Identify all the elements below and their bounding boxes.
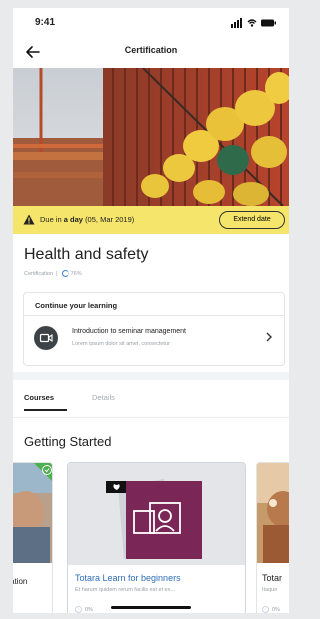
tab-courses[interactable]: Courses xyxy=(24,393,54,402)
course-thumbnail xyxy=(13,463,52,563)
signal-wifi-battery-icon xyxy=(231,18,276,28)
extend-date-button[interactable]: Extend date xyxy=(219,211,285,229)
course-thumbnail xyxy=(257,463,289,563)
page-title: Certification xyxy=(124,45,178,55)
course-card-title: Totar xyxy=(262,573,283,583)
course-card[interactable]: Totara Learn for beginners Et harum quid… xyxy=(67,462,246,613)
tabs-divider xyxy=(13,417,289,418)
active-tab-indicator xyxy=(24,409,67,411)
course-type: Certification xyxy=(24,270,54,277)
course-card-previous[interactable]: ation xyxy=(13,462,53,613)
status-bar: 9:41 xyxy=(13,8,289,36)
course-card-description: Et harum quidem rerum facilis est et ex.… xyxy=(75,587,175,593)
section-title: Getting Started xyxy=(24,434,112,449)
continue-learning-item[interactable]: Introduction to seminar management Lorem… xyxy=(24,316,284,366)
progress-ring-icon xyxy=(75,606,82,613)
course-card-title: ation xyxy=(13,577,28,586)
course-title: Health and safety xyxy=(24,246,149,263)
course-card-title: Totara Learn for beginners xyxy=(75,573,181,583)
app-header: Certification xyxy=(13,36,289,68)
course-progress: 76% xyxy=(70,270,82,277)
continue-heading: Continue your learning xyxy=(35,301,118,310)
activity-title: Introduction to seminar management xyxy=(72,328,187,335)
course-meta: Certification | 76% xyxy=(24,270,82,277)
course-card-description: Itaque xyxy=(262,587,278,593)
phone-screen: 9:41 Certification Due in a day (05, Mar… xyxy=(13,8,289,613)
due-date-text: Due in a day (05, Mar 2019) xyxy=(40,215,135,224)
due-date-alert: Due in a day (05, Mar 2019) Extend date xyxy=(13,206,289,234)
activity-subtitle: Lorem ipsum dolor sit amet, consectetur xyxy=(72,341,170,347)
tab-bar: Courses Details xyxy=(13,393,289,417)
progress-ring-icon xyxy=(262,606,269,613)
chevron-right-icon xyxy=(266,332,272,342)
hero-image xyxy=(13,68,289,206)
home-indicator[interactable] xyxy=(111,606,191,609)
status-time: 9:41 xyxy=(35,17,56,28)
section-gap xyxy=(13,372,289,380)
continue-learning-card: Continue your learning Introduction to s… xyxy=(23,292,285,366)
course-thumbnail xyxy=(68,463,245,565)
course-card-next[interactable]: Totar Itaque 0% xyxy=(256,462,289,613)
course-card-progress: 0% xyxy=(262,606,280,613)
video-icon xyxy=(34,326,58,350)
warning-icon xyxy=(23,214,35,225)
progress-ring-icon xyxy=(61,270,69,277)
tab-details[interactable]: Details xyxy=(92,393,115,402)
course-card-progress: 0% xyxy=(75,606,93,613)
